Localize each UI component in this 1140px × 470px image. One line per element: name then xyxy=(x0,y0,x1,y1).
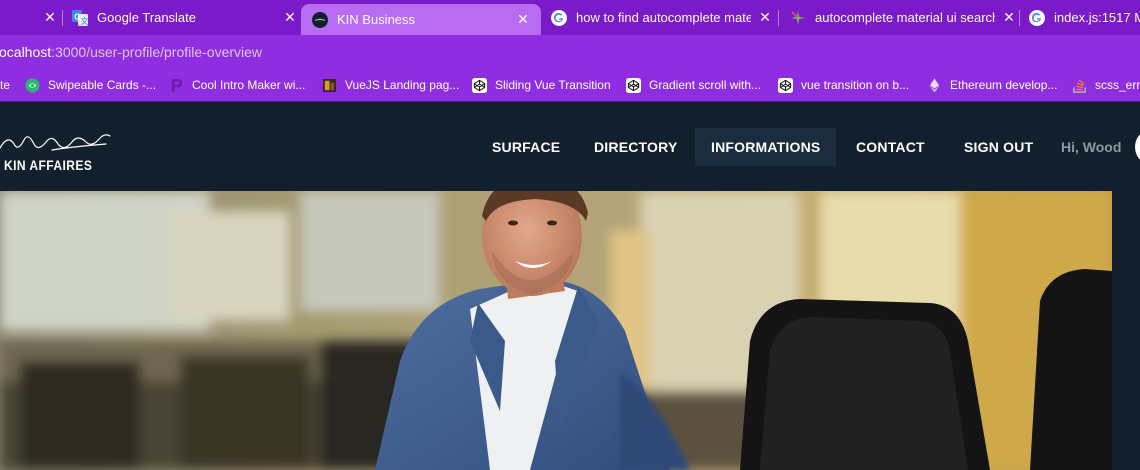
bookmark-label: Swipeable Cards -... xyxy=(48,78,157,92)
tab-label: index.js:1517 Ma xyxy=(1054,10,1140,25)
bookmark-label: Gradient scroll with... xyxy=(649,78,762,92)
p-logo-icon xyxy=(171,78,183,92)
bookmark-item[interactable]: Cool Intro Maker wi... xyxy=(169,69,305,101)
nav-contact[interactable]: CONTACT xyxy=(856,128,925,166)
site-header: KIN AFFAIRES SURFACE DIRECTORY INFORMATI… xyxy=(0,102,1140,191)
nav-informations[interactable]: INFORMATIONS xyxy=(695,128,837,166)
tab-divider xyxy=(1019,10,1020,26)
nav-directory[interactable]: DIRECTORY xyxy=(594,128,677,166)
businessman-photo xyxy=(0,191,1112,470)
tab-autocomplete-search[interactable]: how to find autocomplete material ✕ xyxy=(551,0,773,35)
tab-autocomplete-material[interactable]: autocomplete material ui search ✕ xyxy=(790,0,1017,35)
tab-kin-business[interactable]: KIN Business ✕ xyxy=(301,4,541,35)
tab-index-js[interactable]: index.js:1517 Ma xyxy=(1029,0,1140,35)
tab-partial[interactable]: ✕ xyxy=(0,0,58,35)
logo-text[interactable]: KIN AFFAIRES xyxy=(4,157,92,173)
user-greeting: Hi, Wood xyxy=(1061,139,1122,155)
tab-label: autocomplete material ui search xyxy=(815,10,995,25)
close-icon[interactable]: ✕ xyxy=(42,9,58,26)
url-host: ocalhost xyxy=(0,44,52,60)
google-icon xyxy=(551,9,567,26)
bookmark-item[interactable]: te xyxy=(0,69,10,101)
close-icon[interactable]: ✕ xyxy=(1001,9,1017,26)
tab-label: Google Translate xyxy=(97,10,197,25)
close-icon[interactable]: ✕ xyxy=(757,9,773,26)
bookmark-item[interactable]: Sliding Vue Transition xyxy=(472,69,611,101)
stack-icon xyxy=(1073,79,1086,93)
bookmark-label: Sliding Vue Transition xyxy=(495,78,611,92)
bookmark-label: te xyxy=(0,78,11,92)
close-icon[interactable]: ✕ xyxy=(282,9,298,26)
close-icon[interactable]: ✕ xyxy=(515,11,531,28)
bookmarks-bar: te Swipeable Cards -... Cool Intro Maker… xyxy=(0,69,1140,102)
bookmark-item[interactable]: Gradient scroll with... xyxy=(626,69,761,101)
bookmark-item[interactable]: vue transition on b... xyxy=(778,69,909,101)
svg-text:文: 文 xyxy=(81,16,89,26)
bookmark-label: Ethereum develop... xyxy=(950,78,1058,92)
globe-icon xyxy=(25,77,40,93)
codepen-icon xyxy=(778,77,793,93)
bookmark-label: scss_erro xyxy=(1095,78,1140,92)
bookmark-item[interactable]: Ethereum develop... xyxy=(927,69,1057,101)
url-field[interactable]: ocalhost:3000/user-profile/profile-overv… xyxy=(0,44,262,60)
kin-logo-icon xyxy=(312,11,328,28)
browser-tab-strip: ✕ G 文 Google Translate ✕ KIN Business ✕ … xyxy=(0,0,1140,35)
tab-divider xyxy=(62,10,63,26)
svg-text:G: G xyxy=(74,12,80,21)
bookmark-label: vue transition on b... xyxy=(801,78,910,92)
codepen-icon xyxy=(626,77,641,93)
ethereum-icon xyxy=(929,77,940,93)
bookmark-label: Cool Intro Maker wi... xyxy=(192,78,306,92)
image-icon xyxy=(322,78,337,92)
google-translate-icon: G 文 xyxy=(72,9,89,26)
codepen-icon xyxy=(472,77,487,93)
bookmark-item[interactable]: Swipeable Cards -... xyxy=(25,69,156,101)
nav-sign-out[interactable]: SIGN OUT xyxy=(964,128,1033,166)
spark-icon xyxy=(791,10,805,25)
tab-divider xyxy=(778,10,779,26)
hero-image xyxy=(0,191,1112,470)
bookmark-item[interactable]: scss_erro xyxy=(1072,69,1140,101)
address-bar[interactable]: ocalhost:3000/user-profile/profile-overv… xyxy=(0,35,1140,69)
url-path: :3000/user-profile/profile-overview xyxy=(51,44,263,60)
tab-google-translate[interactable]: G 文 Google Translate ✕ xyxy=(72,0,298,35)
tab-label: how to find autocomplete material xyxy=(576,10,751,25)
tab-label: KIN Business xyxy=(337,12,416,27)
nav-surface[interactable]: SURFACE xyxy=(492,128,560,166)
bookmark-label: VueJS Landing pag... xyxy=(345,78,460,92)
bookmark-item[interactable]: VueJS Landing pag... xyxy=(322,69,459,101)
google-icon xyxy=(1029,9,1045,26)
page-background xyxy=(1112,191,1140,470)
logo-script-mark[interactable] xyxy=(0,130,112,156)
